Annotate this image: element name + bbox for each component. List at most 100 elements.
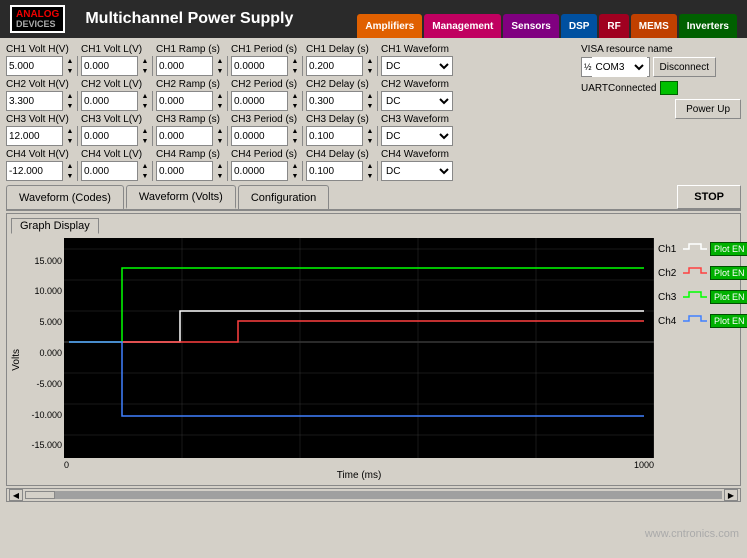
ch2-period-spin[interactable]: ▲ ▼ (231, 91, 303, 111)
ch4-period-spin[interactable]: ▲ ▼ (231, 161, 303, 181)
ch3-ramp-down[interactable]: ▼ (213, 136, 227, 146)
ch4-volt-l-down[interactable]: ▼ (138, 171, 152, 181)
ch1-volt-h-down[interactable]: ▼ (63, 66, 77, 76)
ch3-volt-h-spin[interactable]: ▲ ▼ (6, 126, 78, 146)
ch2-volt-l-spin[interactable]: ▲ ▼ (81, 91, 153, 111)
ch1-volt-l-input[interactable] (82, 60, 137, 73)
nav-tab-amplifiers[interactable]: Amplifiers (357, 14, 422, 38)
scroll-track[interactable] (25, 491, 722, 499)
ch2-ramp-input[interactable] (157, 95, 212, 108)
ch4-volt-h-input[interactable] (7, 165, 62, 178)
scroll-thumb[interactable] (25, 491, 55, 499)
ch4-ramp-down[interactable]: ▼ (213, 171, 227, 181)
ch1-volt-h-spin[interactable]: ▲ ▼ (6, 56, 78, 76)
ch1-period-input[interactable] (232, 60, 287, 73)
ch2-delay-down[interactable]: ▼ (363, 101, 377, 111)
ch1-period-down[interactable]: ▼ (288, 66, 302, 76)
nav-tab-rf[interactable]: RF (599, 14, 628, 38)
ch3-ramp-spin[interactable]: ▲ ▼ (156, 126, 228, 146)
ch3-ramp-input[interactable] (157, 130, 212, 143)
scroll-left-button[interactable]: ◀ (9, 489, 23, 501)
ch4-volt-h-up[interactable]: ▲ (63, 161, 77, 171)
ch1-period-up[interactable]: ▲ (288, 56, 302, 66)
ch3-ramp-up[interactable]: ▲ (213, 126, 227, 136)
ch3-volt-l-input[interactable] (82, 130, 137, 143)
ch4-period-down[interactable]: ▼ (288, 171, 302, 181)
ch3-period-input[interactable] (232, 130, 287, 143)
nav-tab-mems[interactable]: MEMS (631, 14, 677, 38)
ch3-volt-h-input[interactable] (7, 130, 62, 143)
ch1-volt-l-up[interactable]: ▲ (138, 56, 152, 66)
ch1-volt-l-spin[interactable]: ▲ ▼ (81, 56, 153, 76)
nav-tab-sensors[interactable]: Sensors (503, 14, 558, 38)
ch2-volt-l-input[interactable] (82, 95, 137, 108)
ch3-delay-spin[interactable]: ▲ ▼ (306, 126, 378, 146)
ch3-delay-down[interactable]: ▼ (363, 136, 377, 146)
ch1-ramp-up[interactable]: ▲ (213, 56, 227, 66)
ch3-volt-h-up[interactable]: ▲ (63, 126, 77, 136)
ch2-delay-spin[interactable]: ▲ ▼ (306, 91, 378, 111)
ch4-delay-spin[interactable]: ▲ ▼ (306, 161, 378, 181)
ch4-volt-l-input[interactable] (82, 165, 137, 178)
ch3-volt-l-up[interactable]: ▲ (138, 126, 152, 136)
ch4-volt-l-up[interactable]: ▲ (138, 161, 152, 171)
ch2-ramp-spin[interactable]: ▲ ▼ (156, 91, 228, 111)
ch1-delay-down[interactable]: ▼ (363, 66, 377, 76)
tab-waveform-codes[interactable]: Waveform (Codes) (6, 185, 124, 209)
ch3-delay-input[interactable] (307, 130, 362, 143)
ch2-volt-h-up[interactable]: ▲ (63, 91, 77, 101)
stop-button[interactable]: STOP (677, 185, 741, 209)
ch3-volt-l-spin[interactable]: ▲ ▼ (81, 126, 153, 146)
disconnect-button[interactable]: Disconnect (653, 57, 716, 77)
ch2-volt-h-spin[interactable]: ▲ ▼ (6, 91, 78, 111)
ch4-volt-l-spin[interactable]: ▲ ▼ (81, 161, 153, 181)
ch4-period-up[interactable]: ▲ (288, 161, 302, 171)
tab-configuration[interactable]: Configuration (238, 185, 329, 209)
ch2-waveform-select[interactable]: DCSineSquare (381, 91, 453, 111)
ch3-volt-l-down[interactable]: ▼ (138, 136, 152, 146)
ch2-period-down[interactable]: ▼ (288, 101, 302, 111)
ch1-delay-input[interactable] (307, 60, 362, 73)
visa-select[interactable]: COM3 (592, 57, 647, 77)
ch1-volt-h-up[interactable]: ▲ (63, 56, 77, 66)
ch2-ramp-down[interactable]: ▼ (213, 101, 227, 111)
ch3-plot-en-button[interactable]: Plot EN (710, 290, 747, 304)
ch1-delay-spin[interactable]: ▲ ▼ (306, 56, 378, 76)
ch3-period-down[interactable]: ▼ (288, 136, 302, 146)
ch2-period-input[interactable] (232, 95, 287, 108)
ch4-delay-input[interactable] (307, 165, 362, 178)
ch2-period-up[interactable]: ▲ (288, 91, 302, 101)
ch3-waveform-select[interactable]: DCSineSquare (381, 126, 453, 146)
ch4-ramp-up[interactable]: ▲ (213, 161, 227, 171)
ch4-plot-en-button[interactable]: Plot EN (710, 314, 747, 328)
power-up-button[interactable]: Power Up (675, 99, 741, 119)
ch1-ramp-spin[interactable]: ▲ ▼ (156, 56, 228, 76)
ch2-volt-h-down[interactable]: ▼ (63, 101, 77, 111)
ch1-plot-en-button[interactable]: Plot EN (710, 242, 747, 256)
ch1-ramp-down[interactable]: ▼ (213, 66, 227, 76)
ch4-ramp-input[interactable] (157, 165, 212, 178)
nav-tab-management[interactable]: Management (424, 14, 501, 38)
ch1-volt-l-down[interactable]: ▼ (138, 66, 152, 76)
ch1-delay-up[interactable]: ▲ (363, 56, 377, 66)
ch2-volt-h-input[interactable] (7, 95, 62, 108)
ch3-period-up[interactable]: ▲ (288, 126, 302, 136)
ch1-period-spin[interactable]: ▲ ▼ (231, 56, 303, 76)
ch2-volt-l-up[interactable]: ▲ (138, 91, 152, 101)
ch2-ramp-up[interactable]: ▲ (213, 91, 227, 101)
ch2-volt-l-down[interactable]: ▼ (138, 101, 152, 111)
ch3-delay-up[interactable]: ▲ (363, 126, 377, 136)
ch1-volt-h-input[interactable] (7, 60, 62, 73)
ch4-delay-up[interactable]: ▲ (363, 161, 377, 171)
ch2-plot-en-button[interactable]: Plot EN (710, 266, 747, 280)
nav-tab-inverters[interactable]: Inverters (679, 14, 737, 38)
nav-tab-dsp[interactable]: DSP (561, 14, 598, 38)
ch4-volt-h-down[interactable]: ▼ (63, 171, 77, 181)
ch4-period-input[interactable] (232, 165, 287, 178)
ch3-volt-h-down[interactable]: ▼ (63, 136, 77, 146)
tab-waveform-volts[interactable]: Waveform (Volts) (126, 185, 236, 209)
ch4-delay-down[interactable]: ▼ (363, 171, 377, 181)
ch2-delay-input[interactable] (307, 95, 362, 108)
ch4-volt-h-spin[interactable]: ▲ ▼ (6, 161, 78, 181)
scrollbar-area[interactable]: ◀ ▶ (6, 488, 741, 502)
